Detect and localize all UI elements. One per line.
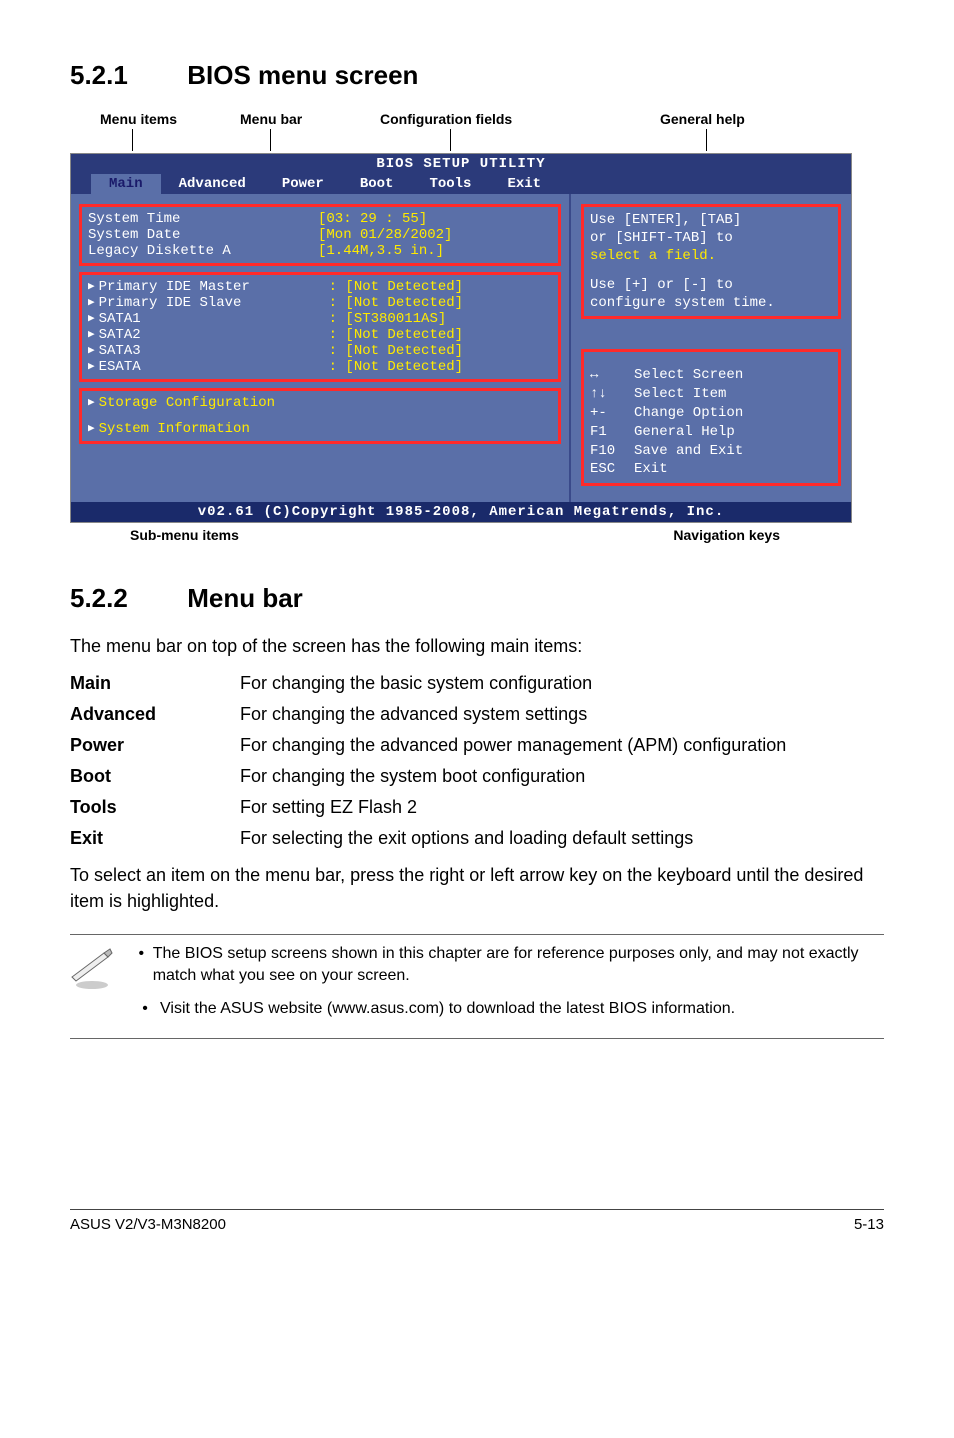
diagram-bottom-labels: Sub-menu items Navigation keys [70,527,850,543]
tab-exit[interactable]: Exit [489,174,559,194]
section-heading-2: 5.2.2 Menu bar [70,583,884,614]
label-menu-bar: Menu bar [240,111,302,127]
label-menu-items: Menu items [100,111,177,127]
tab-advanced[interactable]: Advanced [161,174,264,194]
page-footer: ASUS V2/V3-M3N8200 5-13 [70,1209,884,1233]
help-line: Use [ENTER], [TAB] [590,211,832,229]
section-heading-1: 5.2.1 BIOS menu screen [70,60,884,91]
def-row: AdvancedFor changing the advanced system… [70,704,884,725]
note-block: •The BIOS setup screens shown in this ch… [70,934,884,1039]
tick [132,129,133,151]
tick [706,129,707,151]
tab-power[interactable]: Power [264,174,342,194]
section-num-1: 5.2.1 [70,60,180,91]
row-sata3[interactable]: SATA3: [Not Detected] [88,343,552,359]
row-ide-master[interactable]: Primary IDE Master: [Not Detected] [88,279,552,295]
help-line: or [SHIFT-TAB] to [590,229,832,247]
row-legacy-diskette[interactable]: Legacy Diskette A[1.44M,3.5 in.] [88,243,552,259]
row-system-info[interactable]: System Information [88,421,552,437]
bios-frame: BIOS SETUP UTILITY Main Advanced Power B… [70,153,852,523]
diagram-top-labels: Menu items Menu bar Configuration fields… [70,111,884,153]
tab-boot[interactable]: Boot [342,174,412,194]
tick [450,129,451,151]
nav-key-row: ESCExit [590,460,832,479]
row-sata1[interactable]: SATA1: [ST380011AS] [88,311,552,327]
bios-footer: v02.61 (C)Copyright 1985-2008, American … [71,502,851,522]
tab-main[interactable]: Main [91,174,161,194]
label-general-help: General help [660,111,745,127]
help-line: configure system time. [590,294,832,312]
nav-key-row: F1General Help [590,423,832,442]
def-row: MainFor changing the basic system config… [70,673,884,694]
select-text: To select an item on the menu bar, press… [70,863,884,913]
footer-right: 5-13 [854,1216,884,1233]
note-item: •Visit the ASUS website (www.asus.com) t… [130,998,884,1020]
bios-block-submenu: Storage Configuration System Information [79,388,561,444]
help-line: Use [+] or [-] to [590,276,832,294]
row-esata[interactable]: ESATA: [Not Detected] [88,359,552,375]
bios-help-top: Use [ENTER], [TAB] or [SHIFT-TAB] to sel… [581,204,841,319]
section-num-2: 5.2.2 [70,583,180,614]
row-sata2[interactable]: SATA2: [Not Detected] [88,327,552,343]
bios-block-time: System Time[03: 29 : 55] System Date[Mon… [79,204,561,266]
bios-block-drives: Primary IDE Master: [Not Detected] Prima… [79,272,561,382]
bios-right-panel: Use [ENTER], [TAB] or [SHIFT-TAB] to sel… [569,194,851,502]
bios-help-keys: ↔Select Screen ↑↓Select Item +-Change Op… [581,349,841,486]
def-row: BootFor changing the system boot configu… [70,766,884,787]
row-system-date[interactable]: System Date[Mon 01/28/2002] [88,227,552,243]
help-line: select a field. [590,247,832,265]
tab-tools[interactable]: Tools [411,174,489,194]
menubar-intro: The menu bar on top of the screen has th… [70,634,884,659]
menu-definitions: MainFor changing the basic system config… [70,673,884,849]
def-row: PowerFor changing the advanced power man… [70,735,884,756]
bios-titlebar: BIOS SETUP UTILITY Main Advanced Power B… [71,154,851,194]
label-sub-menu: Sub-menu items [130,527,239,543]
tick [270,129,271,151]
label-nav-keys: Navigation keys [673,527,780,543]
bios-title: BIOS SETUP UTILITY [71,156,851,172]
bios-tabs: Main Advanced Power Boot Tools Exit [71,174,851,194]
bios-body: System Time[03: 29 : 55] System Date[Mon… [71,194,851,502]
row-ide-slave[interactable]: Primary IDE Slave: [Not Detected] [88,295,552,311]
def-row: ExitFor selecting the exit options and l… [70,828,884,849]
nav-key-row: +-Change Option [590,404,832,423]
bios-left-panel: System Time[03: 29 : 55] System Date[Mon… [71,194,569,502]
label-config-fields: Configuration fields [380,111,512,127]
note-icon [70,943,130,1030]
row-storage-config[interactable]: Storage Configuration [88,395,552,411]
note-list: •The BIOS setup screens shown in this ch… [130,943,884,1030]
footer-left: ASUS V2/V3-M3N8200 [70,1216,226,1233]
row-system-time[interactable]: System Time[03: 29 : 55] [88,211,552,227]
nav-key-row: F10Save and Exit [590,442,832,461]
section-title-2: Menu bar [187,583,303,613]
nav-key-row: ↔Select Screen [590,366,832,385]
nav-key-row: ↑↓Select Item [590,385,832,404]
def-row: ToolsFor setting EZ Flash 2 [70,797,884,818]
note-item: •The BIOS setup screens shown in this ch… [130,943,884,988]
section-title-1: BIOS menu screen [187,60,418,90]
